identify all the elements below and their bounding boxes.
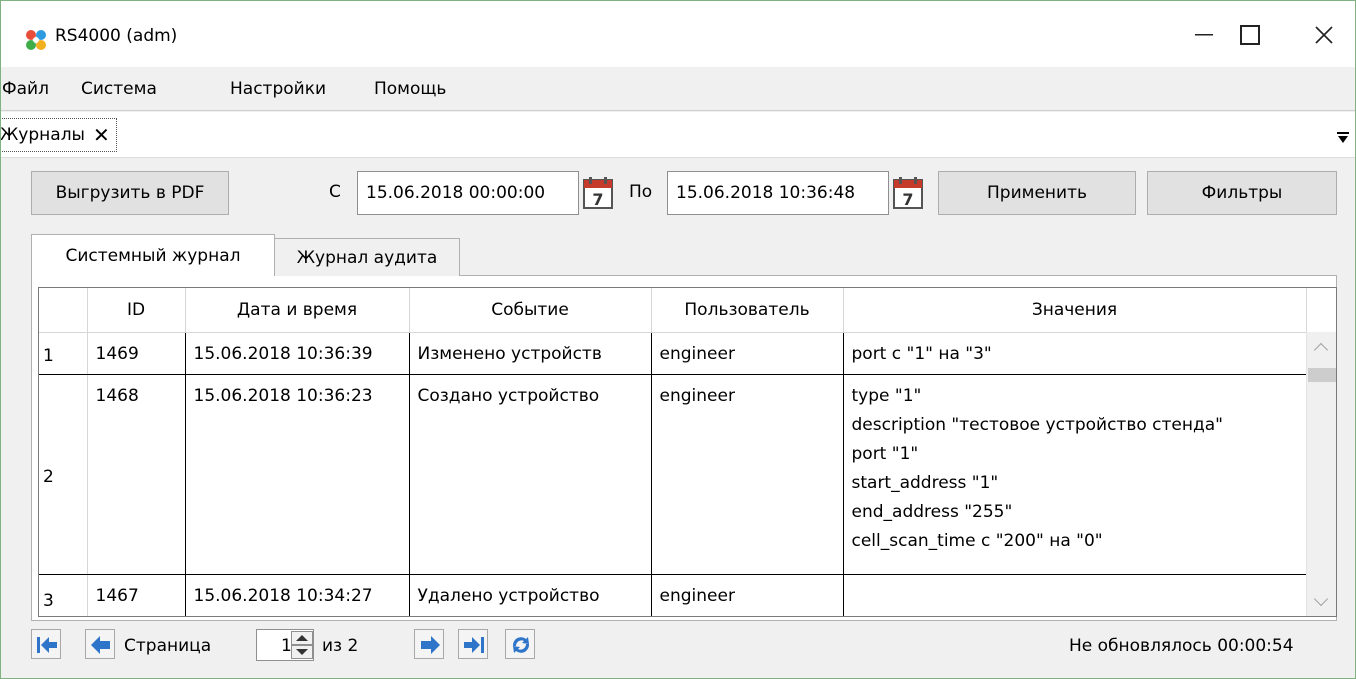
table-row[interactable]: 3 1467 15.06.2018 10:34:27 Удалено устро… (39, 574, 1307, 616)
svg-text:7: 7 (902, 190, 913, 209)
value-line: description "тестовое устройство стенда" (851, 414, 1223, 435)
page-spinner-icon[interactable] (291, 631, 313, 659)
cell-id: 1469 (87, 332, 186, 375)
scroll-up-icon[interactable] (1316, 342, 1328, 354)
cell-user: engineer (651, 574, 844, 616)
value-line: end_address "255" (851, 501, 1013, 522)
last-page-button[interactable] (458, 629, 488, 659)
arrow-right-icon (421, 636, 440, 654)
tab-journals[interactable]: Журналы ✕ (0, 118, 117, 152)
table-header-row: ID Дата и время Событие Пользователь Зна… (39, 288, 1307, 333)
header-user[interactable]: Пользователь (651, 288, 844, 333)
close-icon (1315, 26, 1333, 44)
header-id[interactable]: ID (87, 288, 186, 333)
cell-values: port с "1" на "3" (843, 332, 1307, 375)
calendar-icon[interactable]: 7 (582, 176, 614, 210)
menu-file[interactable]: Файл (2, 79, 49, 99)
page-count-label: из 2 (322, 636, 359, 656)
refresh-button[interactable] (505, 629, 535, 659)
menu-help[interactable]: Помощь (374, 79, 446, 99)
to-label: По (629, 182, 653, 202)
document-tab-strip: Журналы ✕ (1, 112, 1355, 158)
tab-audit-log[interactable]: Журнал аудита (274, 238, 460, 276)
date-from-input[interactable]: 15.06.2018 00:00:00 (357, 171, 579, 215)
cell-id: 1468 (87, 374, 186, 575)
value-line: port с "1" на "3" (851, 343, 992, 364)
cell-event: Изменено устройств (409, 332, 652, 375)
header-datetime[interactable]: Дата и время (185, 288, 410, 333)
app-window: RS4000 (adm) Файл Система Настройки Помо… (0, 0, 1356, 679)
first-page-icon (37, 637, 57, 653)
scroll-thumb[interactable] (1308, 368, 1336, 382)
last-page-icon (464, 637, 484, 653)
value-line: type "1" (851, 385, 922, 406)
vertical-scrollbar[interactable] (1306, 332, 1336, 616)
cell-datetime: 15.06.2018 10:34:27 (185, 574, 410, 616)
filters-button[interactable]: Фильтры (1147, 171, 1337, 215)
next-page-button[interactable] (414, 629, 444, 659)
maximize-icon (1240, 25, 1260, 45)
maximize-button[interactable] (1227, 13, 1273, 57)
cell-datetime: 15.06.2018 10:36:23 (185, 374, 410, 575)
scroll-down-icon[interactable] (1316, 594, 1328, 606)
cell-user: engineer (651, 374, 844, 575)
tab-list-dropdown-icon[interactable] (1337, 132, 1349, 144)
window-title: RS4000 (adm) (55, 26, 178, 46)
header-values[interactable]: Значения (843, 288, 1307, 333)
cell-user: engineer (651, 332, 844, 375)
from-label: С (329, 182, 341, 202)
menu-system[interactable]: Система (81, 79, 157, 99)
previous-page-button[interactable] (85, 629, 115, 659)
first-page-button[interactable] (31, 629, 61, 659)
header-rownum (39, 288, 88, 333)
log-table: ID Дата и время Событие Пользователь Зна… (38, 287, 1337, 617)
tab-system-log[interactable]: Системный журнал (31, 234, 275, 276)
app-logo-icon (26, 30, 46, 50)
value-line: start_address "1" (851, 472, 999, 493)
refresh-icon (512, 637, 530, 653)
date-to-input[interactable]: 15.06.2018 10:36:48 (667, 171, 889, 215)
minimize-icon (1195, 34, 1213, 36)
close-window-button[interactable] (1301, 13, 1347, 57)
export-pdf-button[interactable]: Выгрузить в PDF (31, 171, 229, 215)
cell-event: Создано устройство (409, 374, 652, 575)
title-bar: RS4000 (adm) (1, 1, 1355, 67)
cell-id: 1467 (87, 574, 186, 616)
apply-button[interactable]: Применить (938, 171, 1136, 215)
value-line: cell_scan_time с "200" на "0" (851, 530, 1103, 551)
table-row[interactable]: 1 1469 15.06.2018 10:36:39 Изменено устр… (39, 332, 1307, 375)
arrow-left-icon (91, 636, 110, 654)
cell-values: type "1" description "тестовое устройств… (843, 374, 1307, 575)
tab-journals-label: Журналы (0, 125, 85, 145)
refresh-status-text: Не обновлялось 00:00:54 (1069, 636, 1294, 656)
page-number-input[interactable]: 1 (256, 629, 314, 661)
cell-values (843, 574, 1307, 616)
value-line: port "1" (851, 443, 919, 464)
page-label: Страница (124, 636, 212, 656)
minimize-button[interactable] (1181, 13, 1227, 57)
cell-event: Удалено устройство (409, 574, 652, 616)
cell-datetime: 15.06.2018 10:36:39 (185, 332, 410, 375)
row-number: 3 (39, 574, 88, 616)
calendar-icon[interactable]: 7 (892, 176, 924, 210)
menu-bar: Файл Система Настройки Помощь (1, 67, 1355, 111)
row-number: 2 (39, 374, 88, 575)
header-event[interactable]: Событие (409, 288, 652, 333)
row-number: 1 (39, 332, 88, 375)
table-row[interactable]: 2 1468 15.06.2018 10:36:23 Создано устро… (39, 374, 1307, 575)
tab-close-icon[interactable]: ✕ (93, 123, 110, 147)
menu-settings[interactable]: Настройки (230, 79, 326, 99)
svg-text:7: 7 (592, 190, 603, 209)
